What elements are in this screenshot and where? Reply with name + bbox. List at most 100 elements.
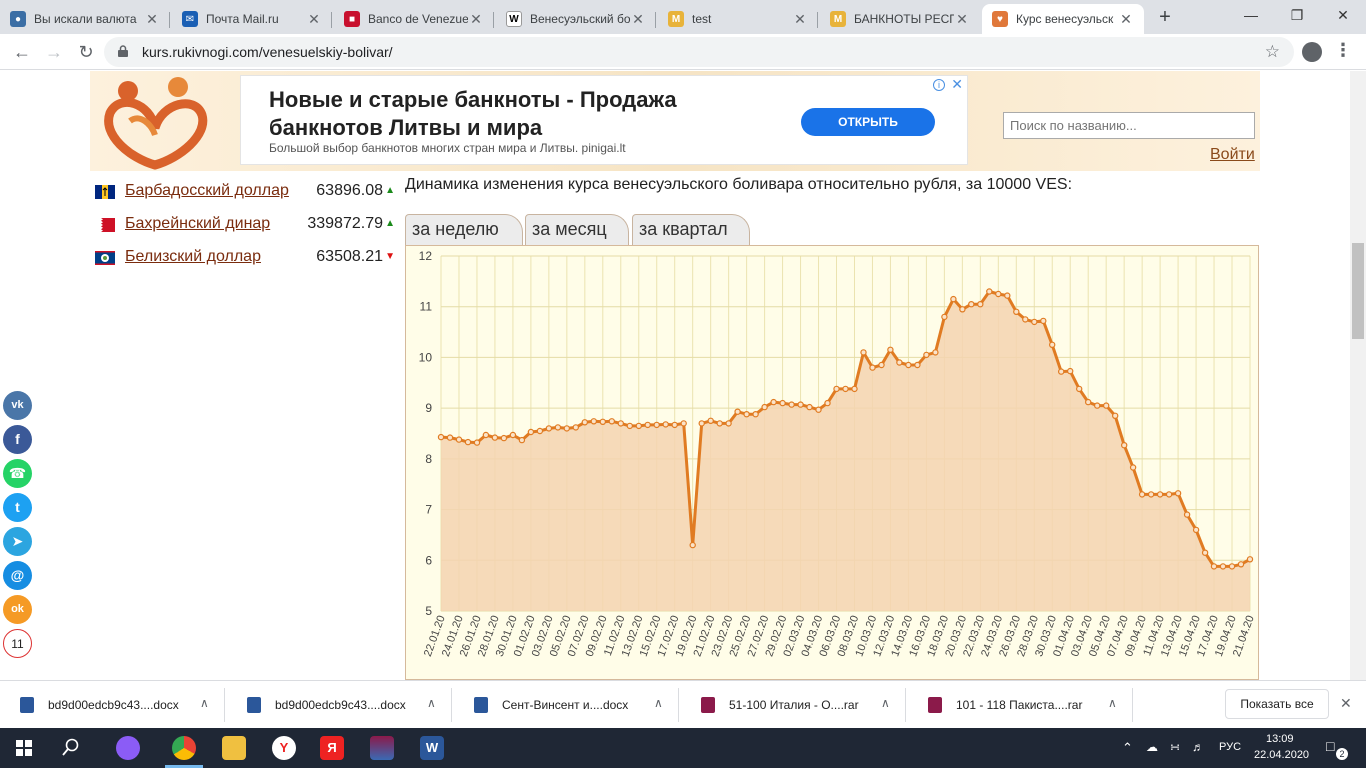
data-point[interactable]	[599, 418, 606, 425]
site-logo[interactable]	[100, 73, 210, 171]
data-point[interactable]	[608, 418, 615, 425]
data-point[interactable]	[1129, 464, 1137, 471]
chevron-up-icon[interactable]: ∧	[1108, 696, 1117, 710]
data-point[interactable]	[518, 436, 526, 444]
data-point[interactable]	[1138, 491, 1146, 498]
currency-link[interactable]: Бахрейнский динар	[125, 215, 270, 233]
address-bar[interactable]: kurs.rukivnogi.com/venesuelskiy-bolivar/…	[104, 37, 1294, 67]
alice-assistant-icon[interactable]	[116, 736, 140, 760]
data-point[interactable]	[761, 403, 768, 411]
notifications-icon[interactable]: □	[1326, 738, 1334, 754]
data-point[interactable]	[1201, 549, 1209, 556]
forward-icon[interactable]: →	[40, 38, 68, 66]
data-point[interactable]	[707, 417, 714, 424]
data-point[interactable]	[734, 408, 741, 415]
tab-7[interactable]: ♥ Курс венесуэльск ✕	[982, 4, 1144, 34]
ad-info-icon[interactable]: i	[933, 79, 945, 91]
data-point[interactable]	[1094, 402, 1101, 409]
data-point[interactable]	[851, 385, 858, 393]
tab-5[interactable]: Mtest ✕	[658, 4, 818, 34]
data-point[interactable]	[1192, 526, 1200, 534]
data-point[interactable]	[446, 434, 454, 441]
data-point[interactable]	[509, 431, 517, 439]
data-point[interactable]	[1183, 511, 1191, 518]
windows-start-icon[interactable]	[16, 740, 32, 756]
tab-close-icon[interactable]: ✕	[1118, 11, 1134, 28]
data-point[interactable]	[1174, 490, 1182, 497]
data-point[interactable]	[770, 398, 777, 406]
data-point[interactable]	[941, 313, 948, 321]
data-point[interactable]	[1076, 385, 1083, 393]
chevron-up-icon[interactable]: ∧	[881, 696, 890, 710]
facebook-share-icon[interactable]: f	[3, 425, 32, 454]
data-point[interactable]	[635, 422, 642, 430]
vk-share-icon[interactable]: vk	[3, 391, 32, 420]
data-point[interactable]	[1165, 491, 1173, 498]
yandex-browser-icon[interactable]: Y	[272, 736, 296, 760]
file-explorer-icon[interactable]	[222, 736, 246, 760]
data-point[interactable]	[932, 349, 939, 356]
data-point[interactable]	[968, 301, 975, 308]
tab-close-icon[interactable]: ✕	[630, 11, 646, 28]
data-point[interactable]	[500, 434, 508, 442]
yandex-icon[interactable]: Я	[320, 736, 344, 760]
data-point[interactable]	[644, 421, 651, 429]
download-item[interactable]: 51-100 Италия - О....rar ∧	[681, 688, 906, 722]
tab-close-icon[interactable]: ✕	[792, 11, 808, 28]
data-point[interactable]	[1040, 317, 1047, 325]
volume-icon[interactable]: ♬	[1192, 740, 1204, 754]
data-point[interactable]	[788, 401, 795, 408]
data-point[interactable]	[473, 439, 481, 446]
data-point[interactable]	[887, 346, 894, 354]
tab-month[interactable]: за месяц	[525, 214, 629, 246]
data-point[interactable]	[869, 364, 876, 371]
data-point[interactable]	[1121, 441, 1128, 449]
data-point[interactable]	[824, 399, 831, 407]
minimize-icon[interactable]: —	[1228, 0, 1274, 32]
data-point[interactable]	[860, 349, 867, 356]
telegram-share-icon[interactable]: ➤	[3, 527, 32, 556]
tab-6[interactable]: M БАНКНОТЫ РЕСПУ✕	[820, 4, 980, 34]
tab-1[interactable]: ● Вы искали валюта ✕	[0, 4, 170, 34]
data-point[interactable]	[815, 406, 822, 413]
search-input[interactable]	[1003, 112, 1255, 139]
download-item[interactable]: bd9d00edcb9c43....docx ∧	[0, 688, 225, 722]
data-point[interactable]	[617, 420, 624, 427]
data-point[interactable]	[842, 385, 849, 393]
data-point[interactable]	[680, 420, 687, 427]
data-point[interactable]	[671, 421, 678, 429]
data-point[interactable]	[1228, 563, 1236, 570]
data-point[interactable]	[689, 541, 696, 549]
download-item[interactable]: 101 - 118 Пакиста....rar ∧	[908, 688, 1133, 722]
language-indicator[interactable]: РУС	[1219, 741, 1241, 753]
restore-icon[interactable]: ❐	[1274, 0, 1320, 32]
tab-3[interactable]: ■ Banco de Venezue ✕	[334, 4, 494, 34]
data-point[interactable]	[716, 420, 723, 427]
chrome-icon[interactable]	[172, 736, 196, 760]
data-point[interactable]	[950, 295, 957, 303]
data-point[interactable]	[959, 306, 966, 313]
data-point[interactable]	[1210, 563, 1218, 570]
clock-date[interactable]: 22.04.2020	[1254, 749, 1309, 761]
data-point[interactable]	[986, 288, 993, 295]
data-point[interactable]	[527, 428, 535, 436]
data-point[interactable]	[878, 361, 885, 369]
tab-week[interactable]: за неделю	[405, 214, 523, 246]
data-point[interactable]	[752, 410, 759, 418]
data-point[interactable]	[1004, 292, 1011, 299]
tab-4[interactable]: W Венесуэльский бо ✕	[496, 4, 656, 34]
ad-close-icon[interactable]: ✕	[951, 76, 963, 93]
data-point[interactable]	[437, 433, 445, 441]
data-point[interactable]	[491, 434, 499, 441]
clock-time[interactable]: 13:09	[1266, 733, 1294, 745]
tray-chevron-icon[interactable]: ⌃	[1122, 740, 1133, 756]
twitter-share-icon[interactable]: t	[3, 493, 32, 522]
data-point[interactable]	[1022, 316, 1029, 323]
ad-open-button[interactable]: ОТКРЫТЬ	[801, 108, 935, 136]
data-point[interactable]	[662, 421, 669, 428]
data-point[interactable]	[554, 424, 562, 431]
data-point[interactable]	[1219, 563, 1227, 570]
download-item[interactable]: Сент-Винсент и....docx ∧	[454, 688, 679, 722]
data-point[interactable]	[1237, 561, 1245, 568]
word-icon[interactable]: W	[420, 736, 444, 760]
